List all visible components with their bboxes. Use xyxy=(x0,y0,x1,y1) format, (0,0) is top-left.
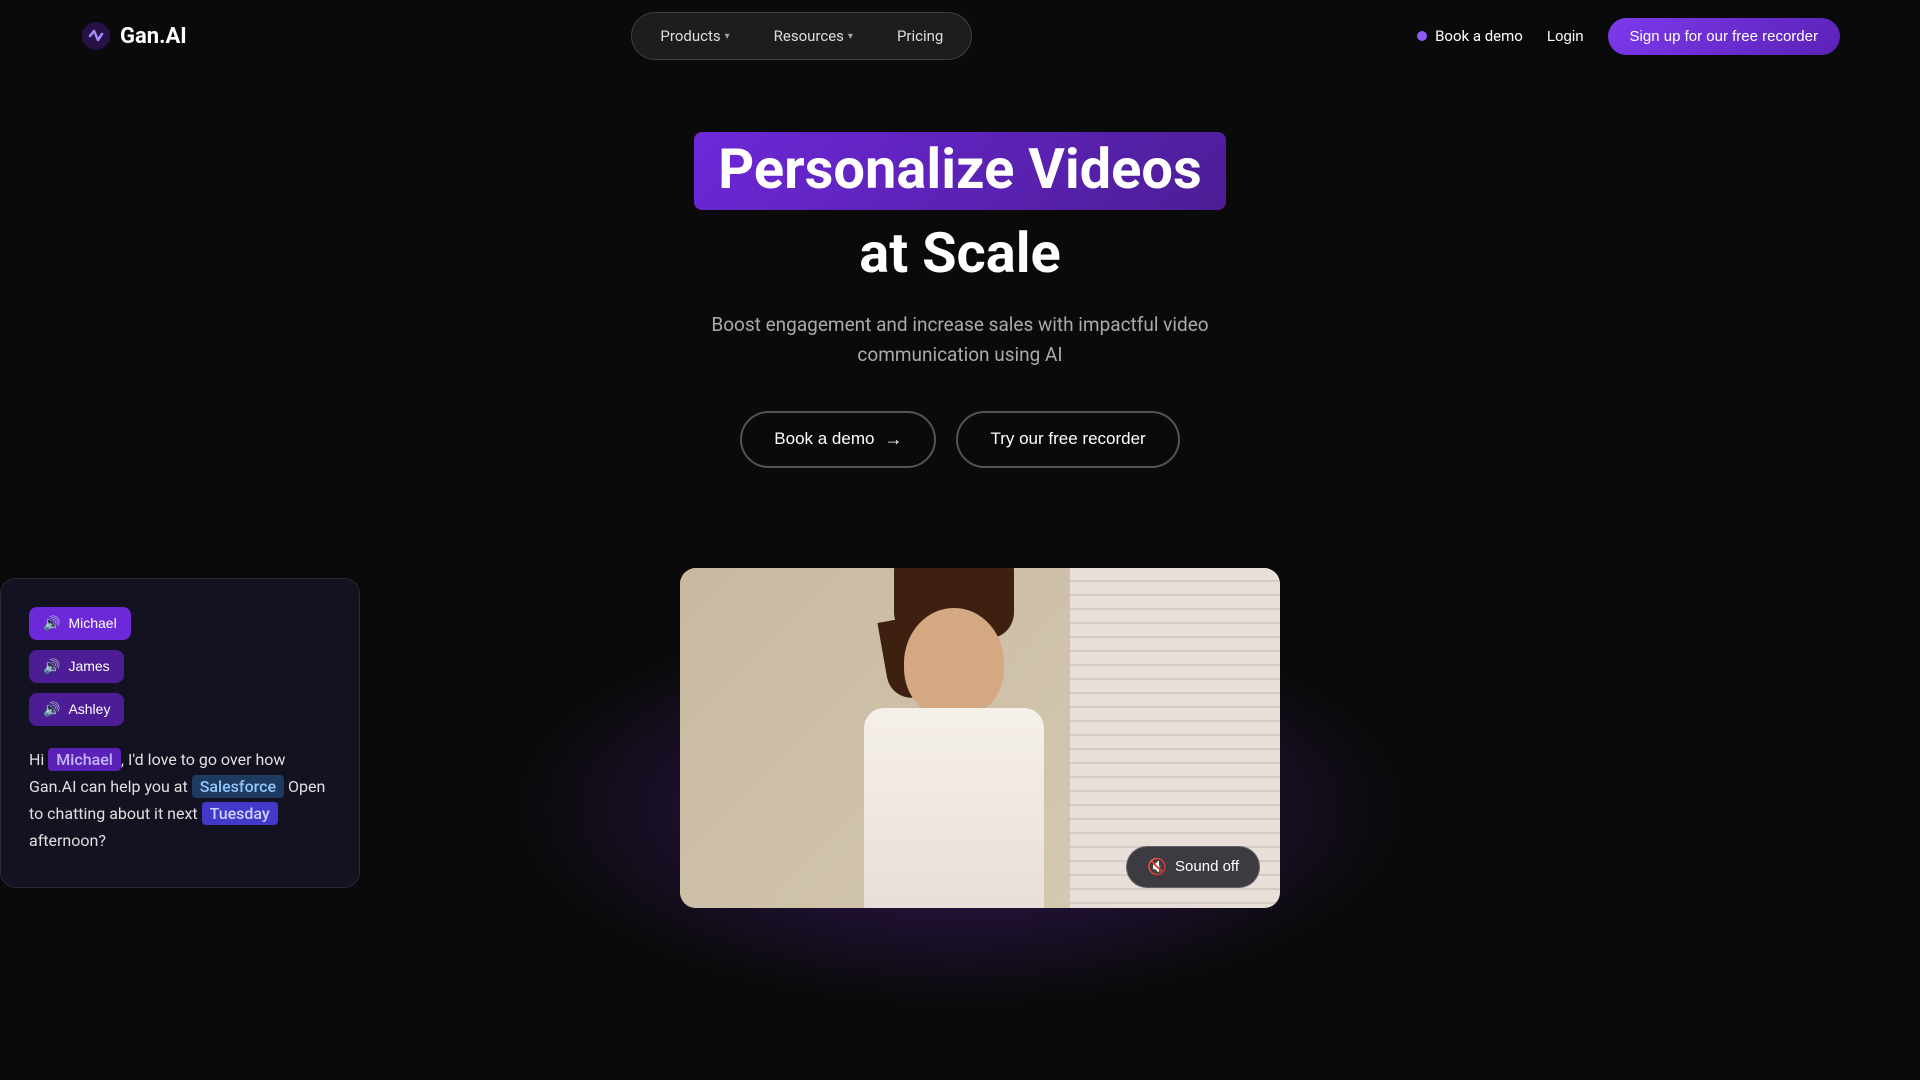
logo-text: Gan.AI xyxy=(120,24,187,49)
persona-card: 🔊 Michael 🔊 James 🔊 Ashley Hi Michael, I… xyxy=(0,578,360,888)
nav-menu: Products ▾ Resources ▾ Pricing xyxy=(631,12,972,60)
hero-subtitle: Boost engagement and increase sales with… xyxy=(700,310,1220,371)
name-highlight: Michael xyxy=(48,748,121,771)
video-player[interactable]: 🔇 Sound off xyxy=(680,568,1280,908)
signup-button[interactable]: Sign up for our free recorder xyxy=(1608,18,1840,55)
video-section: 🔊 Michael 🔊 James 🔊 Ashley Hi Michael, I… xyxy=(0,568,1920,908)
persona-james-button[interactable]: 🔊 James xyxy=(29,650,124,683)
hero-title-main: at Scale xyxy=(20,220,1900,286)
logo[interactable]: Gan.AI xyxy=(80,20,187,52)
speaker-icon: 🔊 xyxy=(43,615,60,632)
nav-pricing[interactable]: Pricing xyxy=(877,19,963,53)
nav-right: Book a demo Login Sign up for our free r… xyxy=(1417,18,1840,55)
persona-names-list: 🔊 Michael 🔊 James 🔊 Ashley xyxy=(29,607,331,726)
company-highlight: Salesforce xyxy=(192,775,284,798)
person-head xyxy=(904,608,1004,718)
persona-ashley-button[interactable]: 🔊 Ashley xyxy=(29,693,124,726)
chevron-down-icon: ▾ xyxy=(725,31,730,42)
person-body xyxy=(864,708,1044,908)
sound-off-button[interactable]: 🔇 Sound off xyxy=(1126,846,1260,888)
book-demo-button[interactable]: Book a demo → xyxy=(740,411,936,468)
logo-icon xyxy=(80,20,112,52)
arrow-right-icon: → xyxy=(884,429,902,450)
hero-title-highlight: Personalize Videos xyxy=(694,132,1226,210)
try-recorder-button[interactable]: Try our free recorder xyxy=(956,411,1179,468)
login-button[interactable]: Login xyxy=(1547,28,1584,45)
nav-products[interactable]: Products ▾ xyxy=(640,19,749,53)
persona-message: Hi Michael, I'd love to go over how Gan.… xyxy=(29,746,331,855)
speaker-icon: 🔊 xyxy=(43,701,60,718)
hero-buttons: Book a demo → Try our free recorder xyxy=(20,411,1900,468)
demo-dot-icon xyxy=(1417,31,1427,41)
person-figure xyxy=(824,588,1084,908)
navbar: Gan.AI Products ▾ Resources ▾ Pricing Bo… xyxy=(0,0,1920,72)
day-highlight: Tuesday xyxy=(202,802,278,825)
speaker-icon: 🔊 xyxy=(43,658,60,675)
persona-michael-button[interactable]: 🔊 Michael xyxy=(29,607,131,640)
sound-off-icon: 🔇 xyxy=(1147,857,1167,877)
nav-resources[interactable]: Resources ▾ xyxy=(754,19,873,53)
chevron-down-icon: ▾ xyxy=(848,31,853,42)
book-demo-nav-button[interactable]: Book a demo xyxy=(1417,27,1523,45)
hero-section: Personalize Videos at Scale Boost engage… xyxy=(0,72,1920,568)
